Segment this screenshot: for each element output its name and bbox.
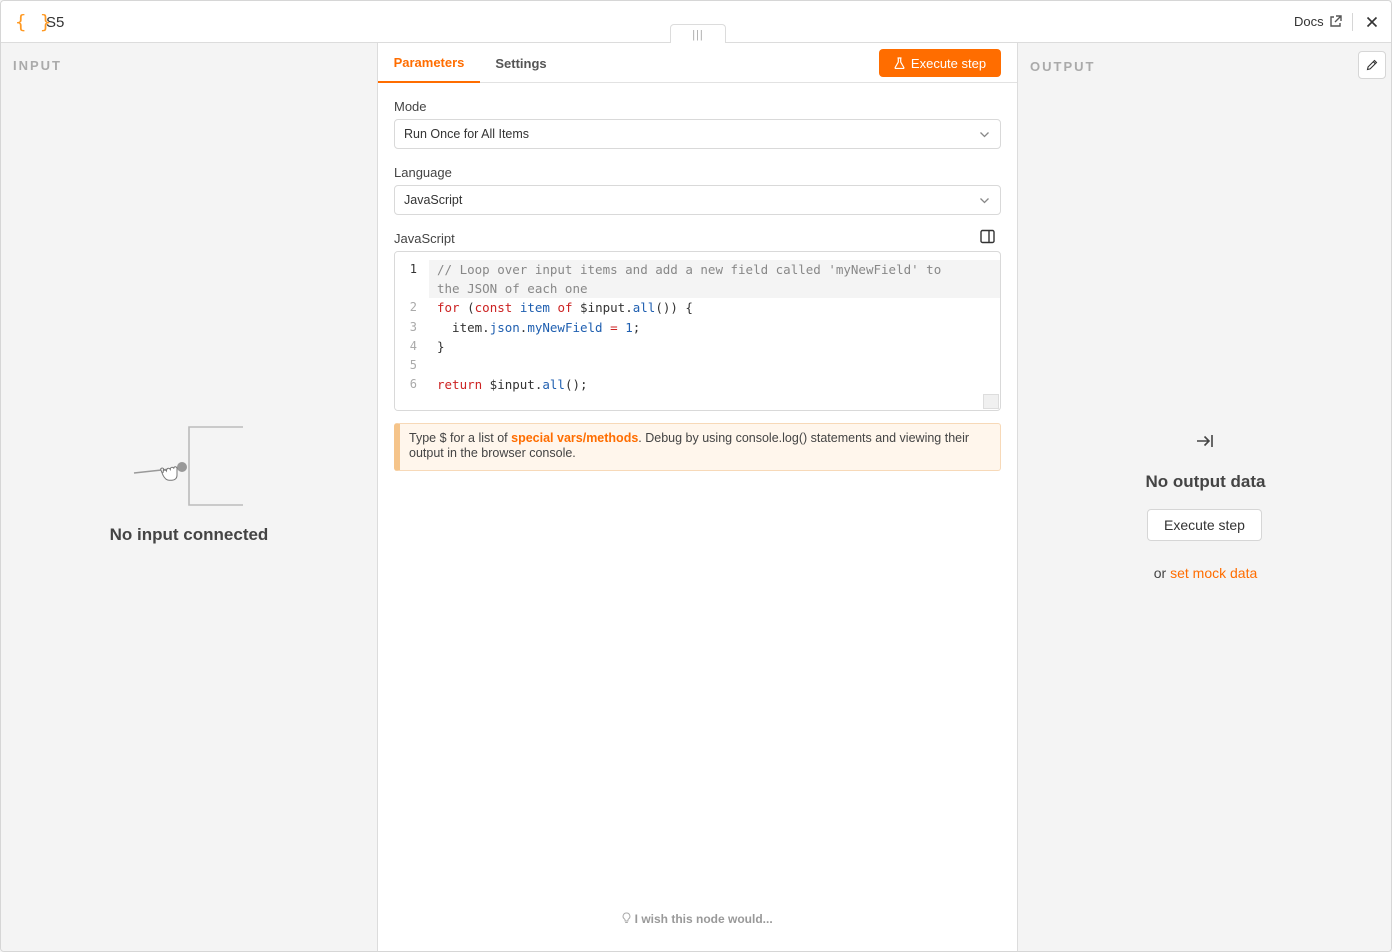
line-number: 2 <box>409 300 417 314</box>
modal-header: { } S5 ||| Docs <box>1 1 1391 44</box>
line-gutter: 1 2 3 4 5 6 <box>395 252 429 410</box>
code-line-2: for (const item of $input.all()) { <box>437 300 693 315</box>
code-line-1-wrap: the JSON of each one <box>437 281 588 296</box>
line-number: 4 <box>409 339 417 353</box>
mode-value: Run Once for All Items <box>404 127 530 141</box>
code-line-1: // Loop over input items and add a new f… <box>437 262 942 277</box>
feedback-link[interactable]: I wish this node would... <box>378 912 1017 926</box>
line-number: 5 <box>409 358 417 372</box>
language-label: Language <box>394 165 452 180</box>
execute-step-label: Execute step <box>910 55 987 71</box>
line-number: 3 <box>409 320 417 334</box>
parameters-panel: Parameters Settings Execute step Mode Ru… <box>377 43 1018 951</box>
mode-select[interactable]: Run Once for All Items <box>394 119 1001 149</box>
code-line-4: } <box>437 339 445 354</box>
flask-icon <box>894 57 905 69</box>
arrow-to-line-icon <box>1197 435 1213 447</box>
tab-bar: Parameters Settings Execute step <box>378 43 1017 83</box>
pencil-icon <box>1366 59 1378 71</box>
editor-resize-handle[interactable] <box>983 394 999 409</box>
code-label: JavaScript <box>394 231 455 246</box>
line-number: 1 <box>409 262 417 276</box>
mock-data-line: or set mock data <box>1018 565 1391 581</box>
input-panel-label: INPUT <box>13 58 62 73</box>
code-line-6: return $input.all(); <box>437 377 588 392</box>
language-select[interactable]: JavaScript <box>394 185 1001 215</box>
code-editor[interactable]: 1 2 3 4 5 6 // Loop over input items and… <box>394 251 1001 411</box>
sidebar-toggle-icon[interactable] <box>980 229 995 244</box>
chevron-down-icon <box>980 198 989 204</box>
chevron-down-icon <box>980 132 989 138</box>
node-details-modal: { } S5 ||| Docs INPUT No input connected… <box>0 0 1392 952</box>
node-title[interactable]: S5 <box>46 14 64 31</box>
output-panel-label: OUTPUT <box>1030 59 1096 74</box>
feedback-label: I wish this node would... <box>634 912 773 926</box>
output-execute-step-button[interactable]: Execute step <box>1147 509 1262 541</box>
external-link-icon <box>1329 15 1342 27</box>
set-mock-data-link[interactable]: set mock data <box>1170 565 1257 581</box>
or-text: or <box>1153 565 1171 581</box>
language-value: JavaScript <box>404 193 463 207</box>
tab-settings[interactable]: Settings <box>480 43 562 83</box>
close-icon[interactable] <box>1363 13 1381 31</box>
edit-output-button[interactable] <box>1358 51 1386 79</box>
tab-parameters[interactable]: Parameters <box>378 43 480 83</box>
code-hint-notice: Type $ for a list of special vars/method… <box>394 423 1001 471</box>
special-vars-link[interactable]: special vars/methods <box>511 431 638 445</box>
no-input-illustration-icon <box>133 426 243 506</box>
no-output-message: No output data <box>1145 472 1266 491</box>
header-divider <box>1352 13 1353 31</box>
no-input-message: No input connected <box>109 525 269 544</box>
lightbulb-icon <box>622 912 631 923</box>
input-panel: INPUT No input connected <box>1 43 377 951</box>
panel-drag-handle[interactable]: ||| <box>670 24 726 44</box>
hint-text-prefix: Type $ for a list of <box>409 431 512 445</box>
mode-label: Mode <box>394 99 427 114</box>
docs-link[interactable]: Docs <box>1294 14 1342 29</box>
docs-label: Docs <box>1294 14 1324 29</box>
line-number: 6 <box>409 377 417 391</box>
execute-step-button[interactable]: Execute step <box>879 49 1001 77</box>
code-line-3: item.json.myNewField = 1; <box>437 320 641 335</box>
output-panel: OUTPUT No output data Execute step or se… <box>1018 43 1391 951</box>
